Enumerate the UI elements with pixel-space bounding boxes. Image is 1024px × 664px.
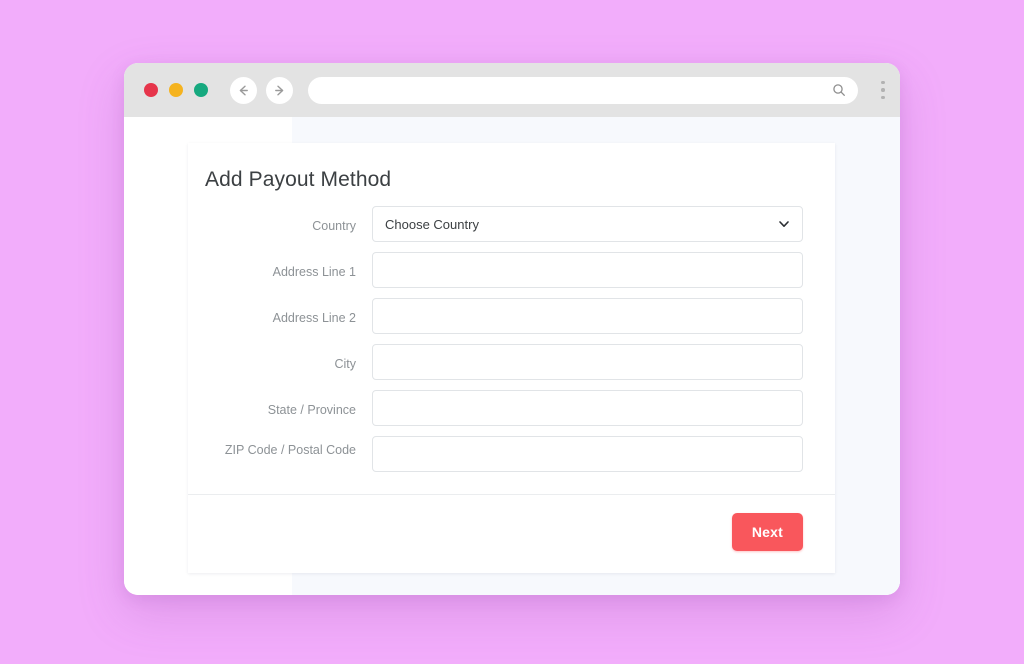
- form-row-country: Country Choose Country: [205, 206, 803, 242]
- kebab-dot: [881, 95, 885, 100]
- back-button[interactable]: [230, 76, 257, 104]
- country-select[interactable]: Choose Country: [372, 206, 803, 242]
- close-window-button[interactable]: [144, 83, 158, 97]
- next-button[interactable]: Next: [731, 513, 803, 551]
- form-row-state-province: State / Province: [205, 390, 803, 426]
- city-input[interactable]: [372, 344, 803, 380]
- state-province-label: State / Province: [267, 403, 356, 417]
- state-province-input[interactable]: [372, 390, 803, 426]
- country-label: Country: [312, 219, 356, 233]
- address-line-1-field: [372, 252, 803, 288]
- address-line-2-input[interactable]: [372, 298, 803, 334]
- window-traffic-lights: [144, 83, 208, 97]
- maximize-window-button[interactable]: [194, 83, 208, 97]
- forward-button[interactable]: [266, 76, 293, 104]
- address-line-1-label: Address Line 1: [272, 265, 356, 279]
- address-bar[interactable]: [308, 76, 858, 104]
- zip-code-field: [372, 436, 803, 472]
- kebab-dot: [881, 88, 885, 92]
- kebab-dot: [881, 80, 885, 85]
- zip-code-input[interactable]: [372, 436, 803, 472]
- city-field: [372, 344, 803, 380]
- country-field: Choose Country: [372, 206, 803, 242]
- address-line-2-field: [372, 298, 803, 334]
- address-line-2-label: Address Line 2: [272, 311, 356, 325]
- address-line-1-input[interactable]: [372, 252, 803, 288]
- minimize-window-button[interactable]: [169, 83, 183, 97]
- form-row-zip-code: ZIP Code / Postal Code: [205, 436, 803, 472]
- browser-chrome-bar: [124, 63, 900, 117]
- payout-method-card: Add Payout Method Country Choose Country…: [188, 143, 835, 573]
- kebab-menu-icon[interactable]: [866, 63, 900, 117]
- state-province-field: [372, 390, 803, 426]
- payout-form: Country Choose Country Address Line 1 Ad…: [188, 198, 835, 494]
- form-row-city: City: [205, 344, 803, 380]
- card-footer: Next: [188, 495, 835, 573]
- browser-nav-buttons: [230, 76, 293, 104]
- arrow-left-icon: [239, 85, 248, 95]
- page-title: Add Payout Method: [205, 168, 392, 191]
- search-icon[interactable]: [832, 83, 846, 97]
- city-label: City: [334, 357, 356, 371]
- zip-code-label: ZIP Code / Postal Code: [224, 443, 356, 457]
- form-row-address-line-1: Address Line 1: [205, 252, 803, 288]
- form-row-address-line-2: Address Line 2: [205, 298, 803, 334]
- arrow-right-icon: [275, 85, 284, 95]
- country-select-value: Choose Country: [385, 216, 479, 232]
